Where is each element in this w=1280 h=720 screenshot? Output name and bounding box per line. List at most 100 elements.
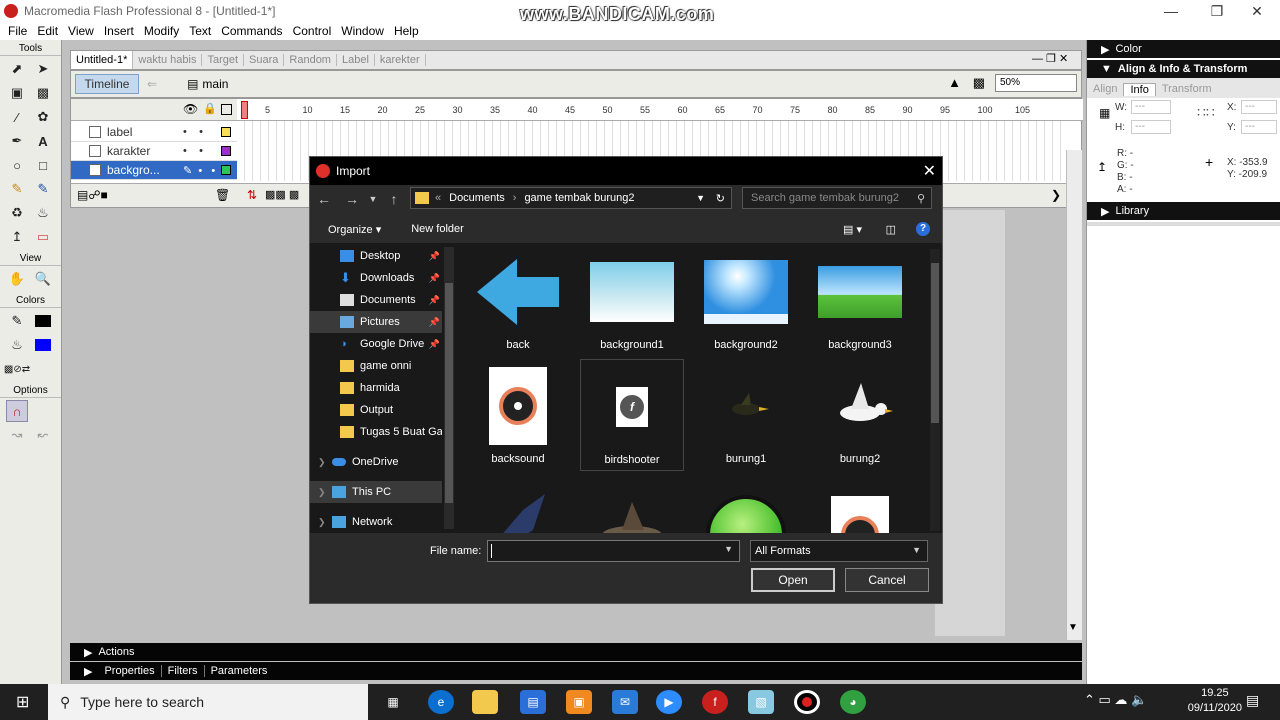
- refresh-icon[interactable]: ↻: [716, 192, 725, 205]
- menu-help[interactable]: Help: [394, 24, 419, 38]
- layer-toggles[interactable]: • •: [183, 126, 203, 138]
- menu-text[interactable]: Text: [189, 24, 211, 38]
- menu-edit[interactable]: Edit: [37, 24, 58, 38]
- nav-item-folder[interactable]: Output: [310, 399, 442, 421]
- file-item[interactable]: [580, 473, 684, 533]
- chrome-icon[interactable]: ◕: [840, 690, 866, 714]
- taskbar-search[interactable]: ⚲ Type here to search: [48, 684, 368, 720]
- dialog-close-icon[interactable]: ✕: [923, 161, 936, 181]
- stroke-color-icon[interactable]: ✎: [6, 310, 28, 332]
- tab-properties[interactable]: Properties: [104, 665, 162, 677]
- nav-item-pictures[interactable]: Pictures 📌: [310, 311, 442, 333]
- actions-panel-header[interactable]: ▶ Actions: [70, 643, 1082, 661]
- default-colors-icon[interactable]: ▩⊘⇄: [4, 358, 30, 380]
- rectangle-tool-icon[interactable]: □: [32, 154, 54, 176]
- width-field[interactable]: ---: [1131, 100, 1171, 114]
- edit-symbol-icon[interactable]: ▲: [948, 75, 961, 90]
- y-field[interactable]: ---: [1241, 120, 1277, 134]
- timeline-toggle-button[interactable]: Timeline: [75, 74, 139, 94]
- layer-row-selected[interactable]: backgro... ✎ • •: [71, 161, 237, 180]
- menu-modify[interactable]: Modify: [144, 24, 179, 38]
- clock[interactable]: 19.25 09/11/2020: [1188, 686, 1242, 716]
- doc-tab[interactable]: Random: [284, 54, 337, 66]
- nav-scroll-thumb[interactable]: [445, 283, 453, 503]
- eye-icon[interactable]: 👁: [183, 102, 198, 116]
- nav-item-folder[interactable]: harmida: [310, 377, 442, 399]
- properties-panel-header[interactable]: ▶ Properties Filters Parameters: [70, 662, 1082, 680]
- doc-tab[interactable]: waktu habis: [133, 54, 203, 66]
- height-field[interactable]: ---: [1131, 120, 1171, 134]
- nav-item-folder[interactable]: Tugas 5 Buat Gar: [310, 421, 442, 443]
- back-arrow-icon[interactable]: ⇐: [147, 77, 157, 91]
- open-button[interactable]: Open: [751, 568, 835, 592]
- eraser-tool-icon[interactable]: ▭: [32, 226, 54, 248]
- path-overflow[interactable]: «: [435, 192, 441, 204]
- tab-align[interactable]: Align: [1087, 83, 1123, 95]
- tab-transform[interactable]: Transform: [1156, 83, 1218, 95]
- delete-layer-icon[interactable]: 🗑: [215, 188, 230, 202]
- timeline-scroll-right-icon[interactable]: ❯: [1051, 188, 1061, 202]
- color-panel-header[interactable]: ▶ Color: [1087, 40, 1280, 58]
- tray-icons[interactable]: ⌃ ▭ ☁ 🔈: [1084, 692, 1147, 708]
- new-folder-button[interactable]: New folder: [411, 223, 464, 235]
- tab-parameters[interactable]: Parameters: [211, 665, 274, 677]
- menu-file[interactable]: File: [8, 24, 27, 38]
- nav-item-documents[interactable]: Documents 📌: [310, 289, 442, 311]
- align-info-panel-header[interactable]: ▼ Align & Info & Transform: [1087, 60, 1280, 78]
- selection-tool-icon[interactable]: ⬈: [6, 58, 28, 80]
- onion-skin-icons[interactable]: ▩▩ ▩: [265, 188, 299, 201]
- file-item[interactable]: f birdshooter: [580, 359, 684, 471]
- eyedropper-tool-icon[interactable]: ↥: [6, 226, 28, 248]
- layer-toggles[interactable]: • •: [183, 145, 203, 157]
- preview-pane-icon[interactable]: ◫: [886, 223, 896, 236]
- center-frame-icon[interactable]: ⇅: [247, 188, 257, 202]
- scene-breadcrumb[interactable]: ▤ main: [187, 77, 228, 91]
- doc-window-controls[interactable]: — ❐ ✕: [1032, 52, 1068, 65]
- nav-item-folder[interactable]: game onni: [310, 355, 442, 377]
- nav-item-network[interactable]: ❯ Network: [310, 511, 442, 533]
- file-item[interactable]: background1: [580, 245, 684, 357]
- tab-info[interactable]: Info: [1123, 82, 1156, 96]
- breadcrumb-current[interactable]: game tembak burung2: [524, 192, 634, 204]
- file-item[interactable]: [808, 473, 912, 533]
- address-bar[interactable]: « Documents › game tembak burung2 ▼ ↻: [410, 187, 732, 209]
- back-icon[interactable]: ←: [310, 191, 338, 207]
- doc-tab[interactable]: karekter: [375, 54, 426, 66]
- organize-button[interactable]: Organize ▾: [328, 223, 381, 236]
- stage-vertical-scrollbar[interactable]: [1066, 150, 1082, 640]
- flash-taskbar-icon[interactable]: f: [702, 690, 728, 714]
- file-item[interactable]: background3: [808, 245, 912, 357]
- stroke-color-swatch[interactable]: [32, 310, 54, 332]
- pen-tool-icon[interactable]: ✒: [6, 130, 28, 152]
- file-type-select[interactable]: All Formats ▼: [750, 540, 928, 562]
- breadcrumb-documents[interactable]: Documents: [449, 192, 505, 204]
- nav-item-downloads[interactable]: ⬇ Downloads 📌: [310, 267, 442, 289]
- file-item[interactable]: back: [466, 245, 570, 357]
- expand-chevron-icon[interactable]: ❯: [318, 457, 326, 468]
- tab-filters[interactable]: Filters: [168, 665, 205, 677]
- menu-insert[interactable]: Insert: [104, 24, 134, 38]
- mail-icon[interactable]: ✉: [612, 690, 638, 714]
- expand-chevron-icon[interactable]: ❯: [318, 487, 326, 498]
- add-layer-icon[interactable]: ▤☍■: [77, 188, 108, 202]
- playhead[interactable]: [241, 101, 248, 119]
- menu-control[interactable]: Control: [293, 24, 332, 38]
- app-icon[interactable]: ▧: [748, 690, 774, 714]
- ink-bottle-tool-icon[interactable]: ♻: [6, 202, 28, 224]
- task-view-icon[interactable]: ▦: [380, 690, 406, 714]
- windows-start-icon[interactable]: ⊞: [16, 692, 29, 712]
- layer-row[interactable]: karakter • •: [71, 142, 237, 161]
- layer-toggles[interactable]: ✎ • •: [183, 164, 215, 177]
- doc-tab[interactable]: Target: [202, 54, 245, 66]
- address-dropdown-icon[interactable]: ▼: [696, 193, 705, 203]
- zoom-tool-icon[interactable]: 🔍: [32, 268, 54, 290]
- nav-item-desktop[interactable]: Desktop 📌: [310, 245, 442, 267]
- doc-tab[interactable]: Label: [337, 54, 375, 66]
- subselection-tool-icon[interactable]: ➤: [32, 58, 54, 80]
- fill-transform-tool-icon[interactable]: ▩: [32, 82, 54, 104]
- scroll-down-icon[interactable]: ▼: [1068, 622, 1078, 633]
- straighten-icon[interactable]: ↜: [32, 424, 54, 446]
- menu-window[interactable]: Window: [341, 24, 384, 38]
- zoom-meetings-icon[interactable]: ▶: [656, 690, 682, 714]
- outline-icon[interactable]: [221, 104, 232, 115]
